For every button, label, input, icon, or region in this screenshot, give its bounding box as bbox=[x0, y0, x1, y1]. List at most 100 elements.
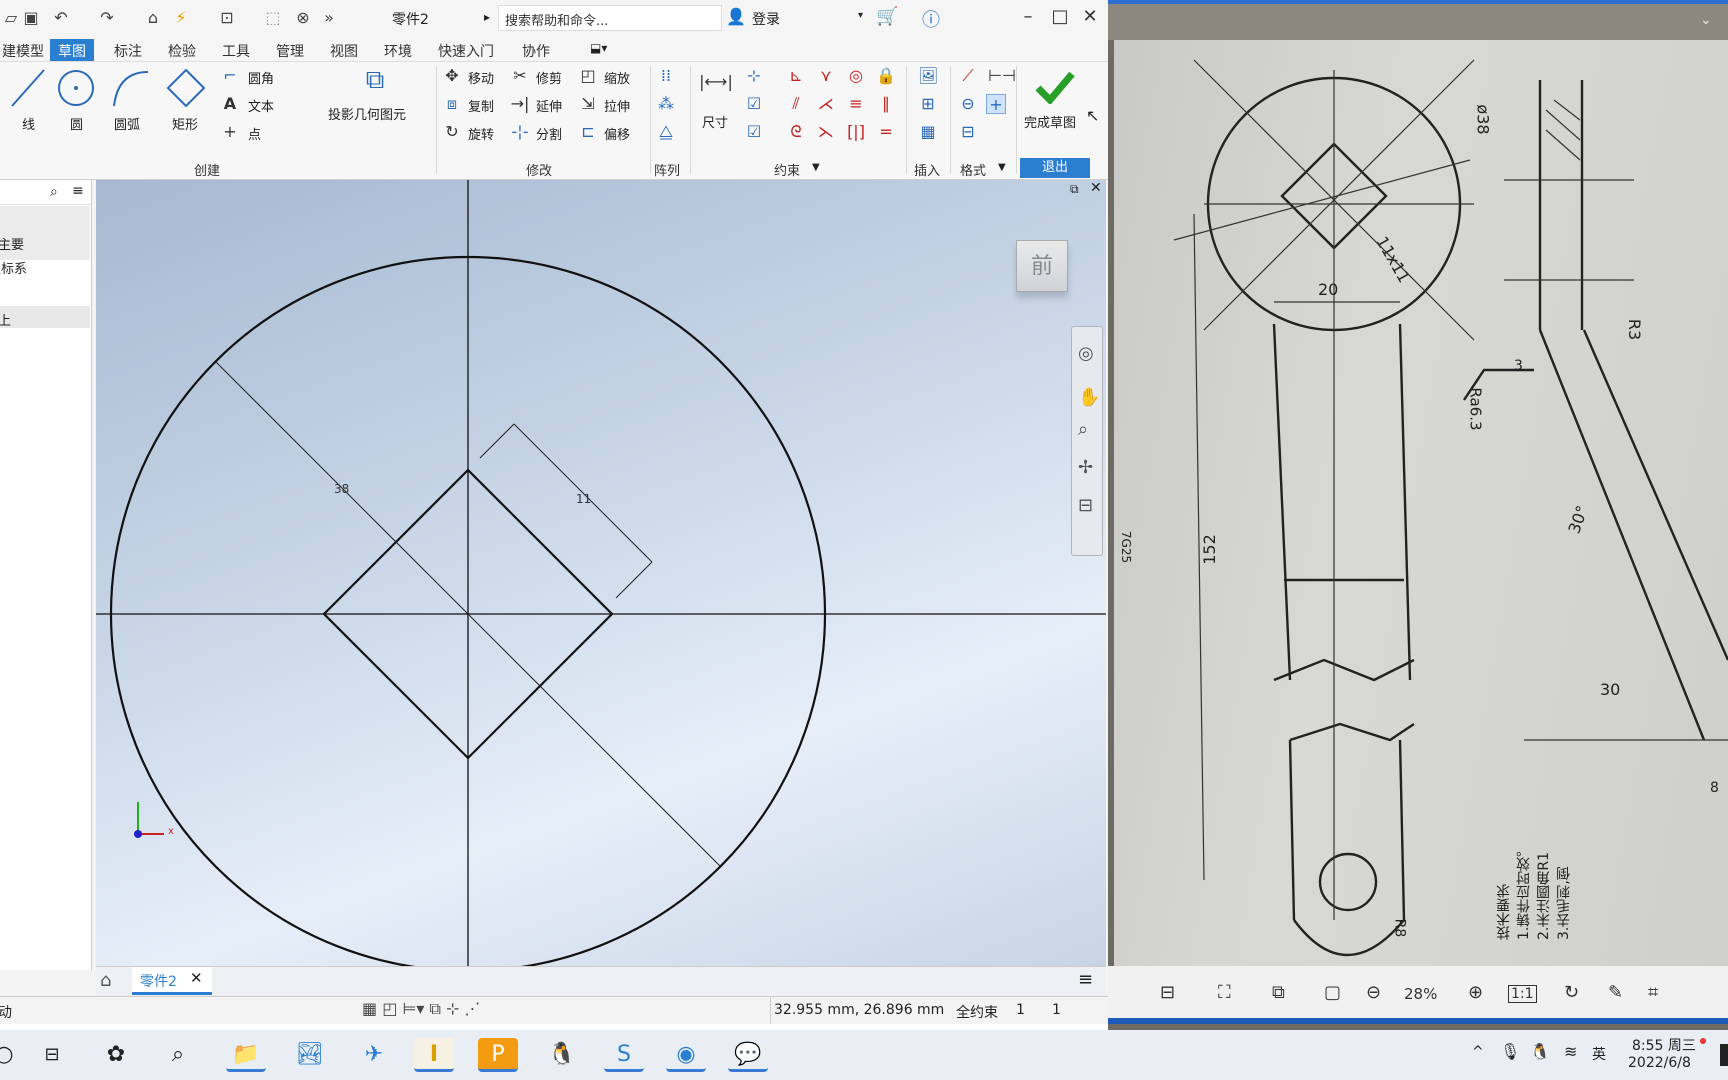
tab-manage[interactable]: 管理 bbox=[268, 39, 312, 61]
redo-icon[interactable]: ↷ bbox=[96, 8, 118, 28]
rectangle-button[interactable]: 矩形 bbox=[172, 114, 198, 133]
tab-getting-started[interactable]: 快速入门 bbox=[430, 39, 502, 61]
sogou-icon[interactable]: S bbox=[604, 1038, 644, 1072]
fillet-button[interactable]: 圆角 bbox=[248, 68, 274, 87]
show-format-icon[interactable]: ⊟ bbox=[958, 122, 978, 142]
circle-button[interactable]: 圆 bbox=[70, 114, 83, 133]
chevron-down-icon[interactable]: ▾ bbox=[858, 10, 863, 21]
open-icon[interactable]: ▱ bbox=[0, 8, 22, 28]
zoom-in-icon[interactable]: ⊕ bbox=[1468, 982, 1483, 1003]
search-icon[interactable]: ⌕ bbox=[50, 184, 58, 200]
tab-model[interactable]: 建模型 bbox=[0, 39, 52, 61]
move-button[interactable]: 移动 bbox=[468, 68, 494, 87]
constrain-group-title[interactable]: 约束 bbox=[774, 160, 800, 179]
home-icon[interactable]: ⌂ bbox=[100, 970, 111, 991]
view-face-icon[interactable]: ⊟ bbox=[1078, 495, 1093, 516]
close-tab-icon[interactable]: ✕ bbox=[190, 969, 203, 987]
project-geometry-icon[interactable]: ⧉ bbox=[360, 67, 390, 100]
circ-pattern-icon[interactable]: ⁂ bbox=[656, 94, 676, 114]
zoom-out-icon[interactable]: ⊖ bbox=[1366, 982, 1381, 1003]
center-point-icon[interactable]: + bbox=[986, 94, 1006, 114]
ime-indicator[interactable]: 英 bbox=[1592, 1044, 1606, 1064]
mirror-icon[interactable]: ⧋ bbox=[656, 122, 676, 142]
browser-item-main[interactable]: 主要 bbox=[0, 234, 24, 253]
drawing-photo[interactable]: ø38 11x11 20 R3 Ra6.3 152 30° 30 3 8 7G2… bbox=[1114, 40, 1728, 966]
search-input[interactable]: 搜索帮助和命令... bbox=[498, 5, 722, 31]
zoom-window-icon[interactable]: ⊡ bbox=[216, 8, 238, 28]
auto-dim-icon[interactable]: ⊹ bbox=[744, 66, 764, 86]
project-geometry-button[interactable]: 投影几何图元 bbox=[328, 104, 406, 123]
centerline-icon[interactable]: ⊖ bbox=[958, 94, 978, 114]
select-icon[interactable]: ⬚ bbox=[262, 8, 284, 28]
split-icon[interactable]: -¦- bbox=[510, 122, 530, 142]
extend-button[interactable]: 延伸 bbox=[536, 96, 562, 115]
offset-icon[interactable]: ⊏ bbox=[578, 122, 598, 142]
tray-chevron-icon[interactable]: ^ bbox=[1472, 1044, 1484, 1060]
rotate-button[interactable]: 旋转 bbox=[468, 124, 494, 143]
collinear-icon[interactable]: ⋋ bbox=[816, 122, 836, 142]
construction-icon[interactable]: ⟋ bbox=[958, 66, 978, 86]
trim-button[interactable]: 修剪 bbox=[536, 68, 562, 87]
photos-icon[interactable]: 🏞 bbox=[290, 1038, 330, 1072]
perpendicular-icon[interactable]: ⊾ bbox=[786, 66, 806, 86]
edit-icon[interactable]: ✎ bbox=[1608, 982, 1623, 1003]
clock-time[interactable]: 8:55 周三 bbox=[1632, 1035, 1696, 1055]
extend-icon[interactable]: →| bbox=[510, 94, 530, 114]
show-desktop-button[interactable] bbox=[1720, 1044, 1728, 1066]
maximize-button[interactable]: □ bbox=[1048, 4, 1072, 30]
parallel-icon[interactable]: ⫽ bbox=[786, 94, 806, 114]
line-icon[interactable] bbox=[8, 66, 48, 110]
acad-file-icon[interactable]: ▦ bbox=[918, 122, 938, 142]
search-icon[interactable]: ○ bbox=[0, 1038, 24, 1072]
wechat-icon[interactable]: 💬 bbox=[728, 1038, 768, 1072]
ribbon-options-icon[interactable]: ⬓▾ bbox=[590, 41, 607, 55]
arc-button[interactable]: 圆弧 bbox=[114, 114, 140, 133]
stretch-button[interactable]: 拉伸 bbox=[604, 96, 630, 115]
rotate-icon[interactable]: ↻ bbox=[1564, 982, 1579, 1003]
insert-image-icon[interactable]: 🖼 bbox=[918, 66, 938, 86]
download-app-icon[interactable]: ◉ bbox=[666, 1038, 706, 1072]
microphone-icon[interactable]: 🎙 bbox=[1500, 1042, 1520, 1061]
viewcube[interactable]: 前 bbox=[1016, 240, 1068, 292]
relax-icon[interactable]: ☑ bbox=[744, 122, 764, 142]
arc-icon[interactable] bbox=[110, 66, 150, 110]
browser-item-coords[interactable]: 坐标系 bbox=[0, 258, 27, 277]
rect-pattern-icon[interactable]: ⁞⁞ bbox=[656, 66, 676, 86]
smooth-icon[interactable]: ᘓ bbox=[786, 122, 806, 142]
undo-icon[interactable]: ↶ bbox=[50, 8, 72, 28]
chevron-down-icon[interactable]: ▼ bbox=[812, 162, 820, 173]
checkmark-icon[interactable] bbox=[1034, 70, 1076, 104]
task-view-icon[interactable]: ⊟ bbox=[32, 1038, 72, 1072]
symmetric-icon[interactable]: [|] bbox=[846, 122, 866, 142]
tangent-icon[interactable]: ⋎ bbox=[816, 66, 836, 86]
scale-button[interactable]: 缩放 bbox=[604, 68, 630, 87]
crop-icon[interactable]: ⌗ bbox=[1648, 982, 1658, 1003]
tab-annotate[interactable]: 标注 bbox=[106, 39, 150, 61]
fit-screen-icon[interactable]: ⛶ bbox=[1218, 982, 1231, 1003]
sketch-drawing[interactable] bbox=[96, 180, 1106, 966]
tab-inspect[interactable]: 检验 bbox=[160, 39, 204, 61]
create-group-title[interactable]: 创建 bbox=[194, 160, 220, 179]
fix-icon[interactable]: 🔒 bbox=[876, 66, 896, 86]
fillet-icon[interactable]: ⌐ bbox=[220, 66, 240, 86]
close-button[interactable]: ✕ bbox=[1078, 4, 1102, 30]
rotate-icon[interactable]: ↻ bbox=[442, 122, 462, 142]
fullscreen-icon[interactable]: ▢ bbox=[1324, 982, 1341, 1003]
help-icon[interactable]: ⓘ bbox=[922, 6, 940, 32]
clock-date[interactable]: 2022/6/8 bbox=[1628, 1055, 1691, 1071]
save-icon[interactable]: ▣ bbox=[20, 8, 42, 28]
pan-icon[interactable]: ✋ bbox=[1078, 387, 1100, 408]
stretch-icon[interactable]: ⇲ bbox=[578, 94, 598, 114]
dimension-format-icon[interactable]: ⊢⊣ bbox=[988, 66, 1016, 86]
split-button[interactable]: 分割 bbox=[536, 124, 562, 143]
layout-icon[interactable]: ⊟ bbox=[1160, 982, 1175, 1003]
file-explorer-icon[interactable]: 📁 bbox=[226, 1038, 266, 1072]
dimension-button[interactable]: 尺寸 bbox=[702, 112, 728, 131]
text-icon[interactable]: A bbox=[220, 94, 240, 114]
copy-button[interactable]: 复制 bbox=[468, 96, 494, 115]
menu-icon[interactable]: ≡ bbox=[72, 183, 84, 199]
scale-icon[interactable]: ◰ bbox=[578, 66, 598, 86]
move-icon[interactable]: ✥ bbox=[442, 66, 462, 86]
tab-sketch[interactable]: 草图 bbox=[50, 39, 94, 61]
point-icon[interactable]: + bbox=[220, 122, 240, 142]
